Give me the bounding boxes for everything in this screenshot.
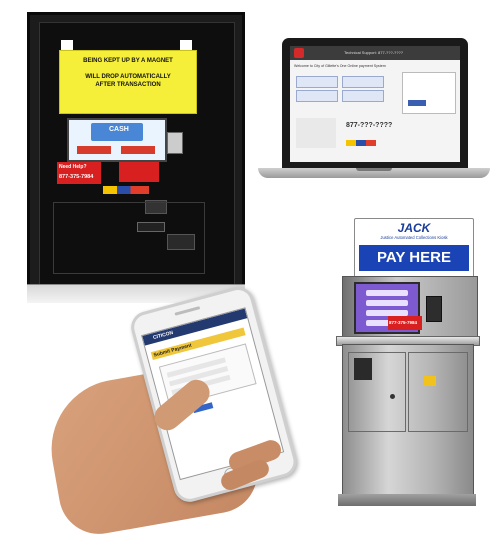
screen-button-right[interactable]: [121, 146, 155, 154]
kiosk-phone: 877-375-7984: [389, 320, 418, 325]
login-button[interactable]: [408, 100, 426, 106]
sign-line-2: WILL DROP AUTOMATICALLY: [85, 74, 171, 80]
login-panel: [402, 72, 456, 114]
magnet-tab-left: [61, 40, 73, 50]
pay-option-3[interactable]: [296, 90, 338, 102]
kiosk-help-sticker: 877-375-7984: [388, 316, 422, 330]
screen-button-left[interactable]: [77, 146, 111, 154]
kiosk-name: JACK: [397, 221, 431, 235]
welcome-text: Welcome to City of Gillette's One Online…: [294, 64, 386, 68]
pay-here-text: PAY HERE: [377, 249, 451, 266]
kiosk-screen-btn-2[interactable]: [366, 300, 408, 306]
help-sticker-left: Need Help? 877-375-7984: [57, 162, 101, 184]
help-sticker-right: [119, 162, 159, 182]
site-logo-icon: [294, 48, 304, 58]
bill-acceptor[interactable]: [354, 358, 372, 380]
wall-unit-screen: CASH: [67, 118, 167, 162]
magnet-tab-right: [180, 40, 192, 50]
cash-acceptor[interactable]: [167, 234, 195, 250]
card-logos: [346, 140, 376, 146]
screen-brand: CASH: [109, 126, 129, 133]
kiosk-screen-btn-1[interactable]: [366, 290, 408, 296]
kiosk-tagline: Justice Automated Collections Kiosk: [380, 235, 448, 240]
card-logos-strip: [103, 186, 149, 194]
laptop-phone: 877-???-????: [346, 122, 393, 129]
pay-option-1[interactable]: [296, 76, 338, 88]
pay-option-4[interactable]: [342, 90, 384, 102]
laptop-notch: [356, 168, 392, 171]
content-block: [296, 118, 336, 148]
sign-line-1: BEING KEPT UP BY A MAGNET: [83, 58, 173, 64]
pay-option-2[interactable]: [342, 76, 384, 88]
jack-kiosk: JACK Justice Automated Collections Kiosk…: [330, 218, 480, 508]
hand-with-phone: CITICON Submit Payment: [40, 283, 312, 540]
cabinet-lock[interactable]: [390, 394, 395, 399]
magnet-sign: BEING KEPT UP BY A MAGNET WILL DROP AUTO…: [59, 50, 197, 114]
side-keypad[interactable]: [167, 132, 183, 154]
kiosk-base: [338, 494, 476, 506]
kiosk-card-reader[interactable]: [426, 296, 442, 322]
cabinet-door-right[interactable]: [408, 352, 468, 432]
support-header: Technical Support: 877-???-????: [344, 50, 403, 55]
sign-line-3: AFTER TRANSACTION: [95, 82, 161, 88]
wall-payment-unit: BEING KEPT UP BY A MAGNET WILL DROP AUTO…: [27, 12, 245, 303]
kiosk-header: JACK Justice Automated Collections Kiosk…: [354, 218, 474, 278]
laptop: Technical Support: 877-???-???? Welcome …: [258, 38, 490, 188]
cabinet-sticker: [424, 376, 436, 386]
wall-phone-number: 877-375-7984: [59, 174, 94, 180]
need-help-label: Need Help?: [59, 164, 87, 170]
laptop-screen: Technical Support: 877-???-???? Welcome …: [290, 46, 460, 162]
